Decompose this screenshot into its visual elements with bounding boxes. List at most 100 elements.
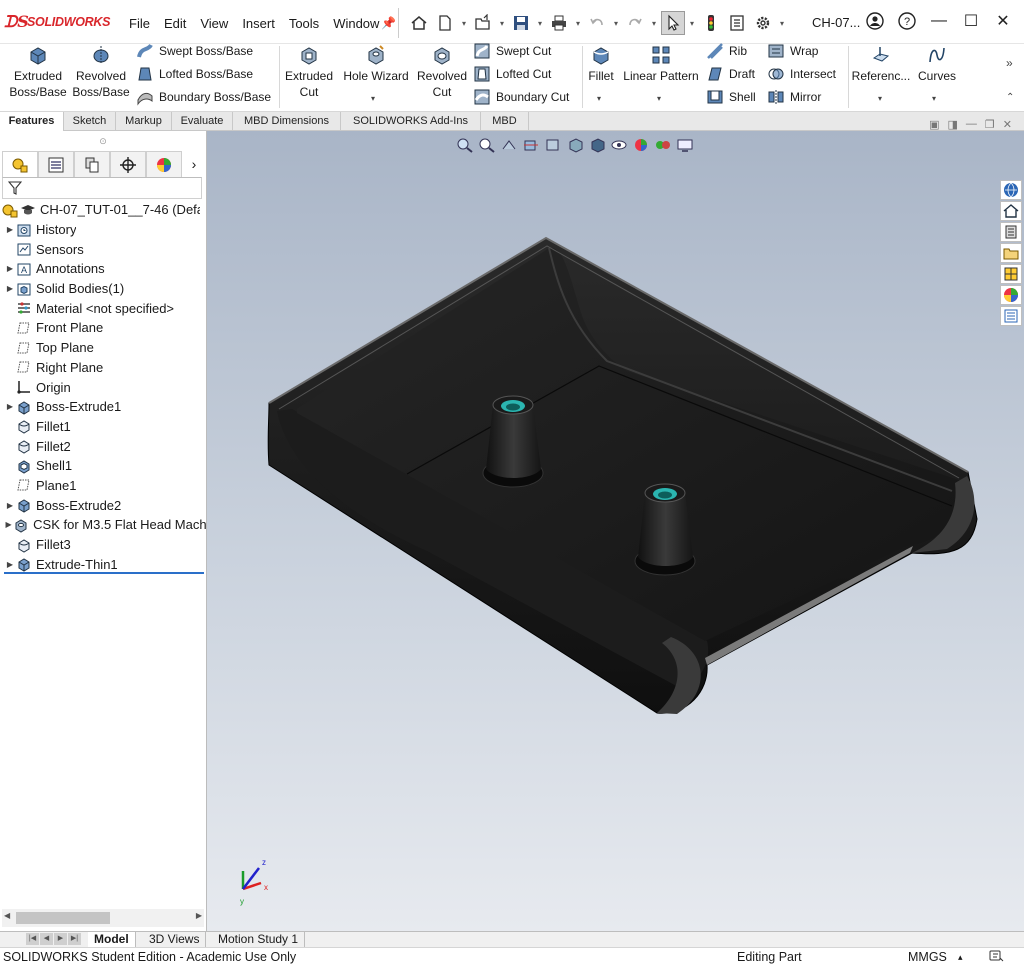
view-palette-icon[interactable] [1000, 264, 1022, 284]
tab-evaluate[interactable]: Evaluate [172, 112, 233, 131]
print-icon[interactable] [547, 11, 571, 35]
home-pane-icon[interactable] [1000, 201, 1022, 221]
maximize-icon[interactable]: ☐ [958, 8, 984, 34]
menu-insert[interactable]: Insert [235, 15, 282, 33]
expand-arrow-icon[interactable]: ▶ [4, 225, 16, 234]
curves-dropdown-icon[interactable]: ▾ [932, 94, 936, 103]
custom-properties-icon[interactable] [1000, 306, 1022, 326]
linear-pattern-dropdown-icon[interactable]: ▾ [657, 94, 661, 103]
menu-tools[interactable]: Tools [282, 15, 326, 33]
featuremanager-tree-tab[interactable] [2, 151, 38, 177]
solidworks-logo[interactable]: ᗪS SOLIDWORKS [4, 12, 110, 32]
tree-item-plane1[interactable]: Plane1 [0, 476, 215, 496]
intersect-button[interactable]: Intersect [767, 63, 836, 85]
open-dropdown-icon[interactable]: ▾ [497, 19, 507, 28]
select-dropdown-icon[interactable]: ▾ [687, 19, 697, 28]
tree-item-annotations[interactable]: ▶ A Annotations [0, 259, 215, 279]
undo-dropdown-icon[interactable]: ▾ [611, 19, 621, 28]
close-icon[interactable]: ✕ [990, 8, 1016, 34]
rib-button[interactable]: Rib [706, 40, 747, 62]
tree-item-boss-extrude1[interactable]: ▶ Boss-Extrude1 [0, 397, 215, 417]
scroll-right-icon[interactable]: ▶ [196, 911, 202, 920]
mirror-button[interactable]: Mirror [767, 86, 821, 108]
boundary-cut-button[interactable]: Boundary Cut [473, 86, 569, 108]
minimize-icon[interactable]: — [926, 8, 952, 34]
redo-dropdown-icon[interactable]: ▾ [649, 19, 659, 28]
notification-icon[interactable] [988, 949, 1004, 963]
rollback-bar[interactable] [4, 572, 204, 574]
first-tab-icon[interactable]: |◀ [26, 933, 39, 945]
expand-arrow-icon[interactable]: ▶ [4, 264, 16, 273]
save-icon[interactable] [509, 11, 533, 35]
solidworks-resources-icon[interactable] [1000, 180, 1022, 200]
options-gear-icon[interactable] [751, 11, 775, 35]
user-account-icon[interactable] [862, 8, 888, 34]
file-explorer-icon[interactable] [1000, 243, 1022, 263]
expand-arrow-icon[interactable]: ▶ [4, 402, 16, 411]
tree-item-origin[interactable]: Origin [0, 377, 215, 397]
panel-grip[interactable]: ⊙ [0, 131, 206, 151]
configuration-manager-tab[interactable] [74, 151, 110, 177]
ribbon-collapse-icon[interactable]: ⌃ [1006, 92, 1014, 103]
viewport-restore-icon[interactable]: ❐ [985, 118, 995, 131]
ribbon-overflow-icon[interactable]: » [1006, 56, 1013, 70]
tree-root-part[interactable]: CH-07_TUT-01__7-46 (Default<<Default>_Di… [0, 200, 215, 220]
tab-3d-views[interactable]: 3D Views [143, 932, 207, 947]
wrap-button[interactable]: Wrap [767, 40, 818, 62]
tree-item-front-plane[interactable]: Front Plane [0, 318, 215, 338]
redo-icon[interactable] [623, 11, 647, 35]
tile-view-icon[interactable]: ▣ [929, 118, 939, 131]
hole-wizard-button[interactable]: Hole Wizard [340, 44, 412, 110]
reference-dropdown-icon[interactable]: ▾ [878, 94, 882, 103]
next-tab-icon[interactable]: ▶ [54, 933, 67, 945]
tree-item-fillet1[interactable]: Fillet1 [0, 417, 215, 437]
part-3d-model[interactable]: z x y [207, 131, 1024, 931]
expand-arrow-icon[interactable]: ▶ [4, 520, 13, 529]
tree-item-solid-bodies-1[interactable]: ▶ Solid Bodies(1) [0, 279, 215, 299]
new-dropdown-icon[interactable]: ▾ [459, 19, 469, 28]
extruded-boss-button[interactable]: Extruded Boss/Base [9, 44, 67, 110]
viewport-minimize-icon[interactable]: — [966, 118, 977, 131]
undo-icon[interactable] [585, 11, 609, 35]
menu-edit[interactable]: Edit [157, 15, 193, 33]
appearances-icon[interactable] [1000, 285, 1022, 305]
tabs-more-icon[interactable]: › [182, 151, 206, 177]
tab-solidworks-add-ins[interactable]: SOLIDWORKS Add-Ins [341, 112, 481, 131]
graphics-area[interactable]: ▣ ◨ — ❐ ✕ z x y [207, 118, 1024, 931]
tab-features[interactable]: Features [0, 112, 64, 131]
tree-item-sensors[interactable]: Sensors [0, 239, 215, 259]
scroll-left-icon[interactable]: ◀ [4, 911, 10, 920]
print-dropdown-icon[interactable]: ▾ [573, 19, 583, 28]
tab-mbd-dimensions[interactable]: MBD Dimensions [233, 112, 341, 131]
tree-item-fillet2[interactable]: Fillet2 [0, 436, 215, 456]
fillet-dropdown-icon[interactable]: ▾ [597, 94, 601, 103]
lofted-cut-button[interactable]: Lofted Cut [473, 63, 551, 85]
tree-item-shell1[interactable]: Shell1 [0, 456, 215, 476]
curves-button[interactable]: Curves [914, 44, 960, 110]
property-manager-tab[interactable] [38, 151, 74, 177]
lofted-boss-button[interactable]: Lofted Boss/Base [136, 63, 253, 85]
swept-boss-button[interactable]: Swept Boss/Base [136, 40, 253, 62]
options-dropdown-icon[interactable]: ▾ [777, 19, 787, 28]
home-icon[interactable] [407, 11, 431, 35]
tree-filter[interactable] [2, 177, 202, 199]
swept-cut-button[interactable]: Swept Cut [473, 40, 551, 62]
tree-item-top-plane[interactable]: Top Plane [0, 338, 215, 358]
display-manager-tab[interactable] [146, 151, 182, 177]
tree-item-right-plane[interactable]: Right Plane [0, 358, 215, 378]
expand-arrow-icon[interactable]: ▶ [4, 501, 16, 510]
extruded-cut-button[interactable]: Extruded Cut [282, 44, 336, 110]
tree-item-fillet3[interactable]: Fillet3 [0, 535, 215, 555]
design-library-icon[interactable] [1000, 222, 1022, 242]
save-dropdown-icon[interactable]: ▾ [535, 19, 545, 28]
boundary-boss-button[interactable]: Boundary Boss/Base [136, 86, 271, 108]
tab-sketch[interactable]: Sketch [64, 112, 116, 131]
units-dropdown-icon[interactable]: ▴ [958, 948, 963, 965]
tab-mbd[interactable]: MBD [481, 112, 529, 131]
shell-button[interactable]: Shell [706, 86, 756, 108]
rebuild-traffic-light-icon[interactable] [699, 11, 723, 35]
scroll-thumb[interactable] [16, 912, 110, 924]
revolved-boss-button[interactable]: Revolved Boss/Base [72, 44, 130, 110]
menu-window[interactable]: Window [326, 15, 386, 33]
help-icon[interactable]: ? [894, 8, 920, 34]
